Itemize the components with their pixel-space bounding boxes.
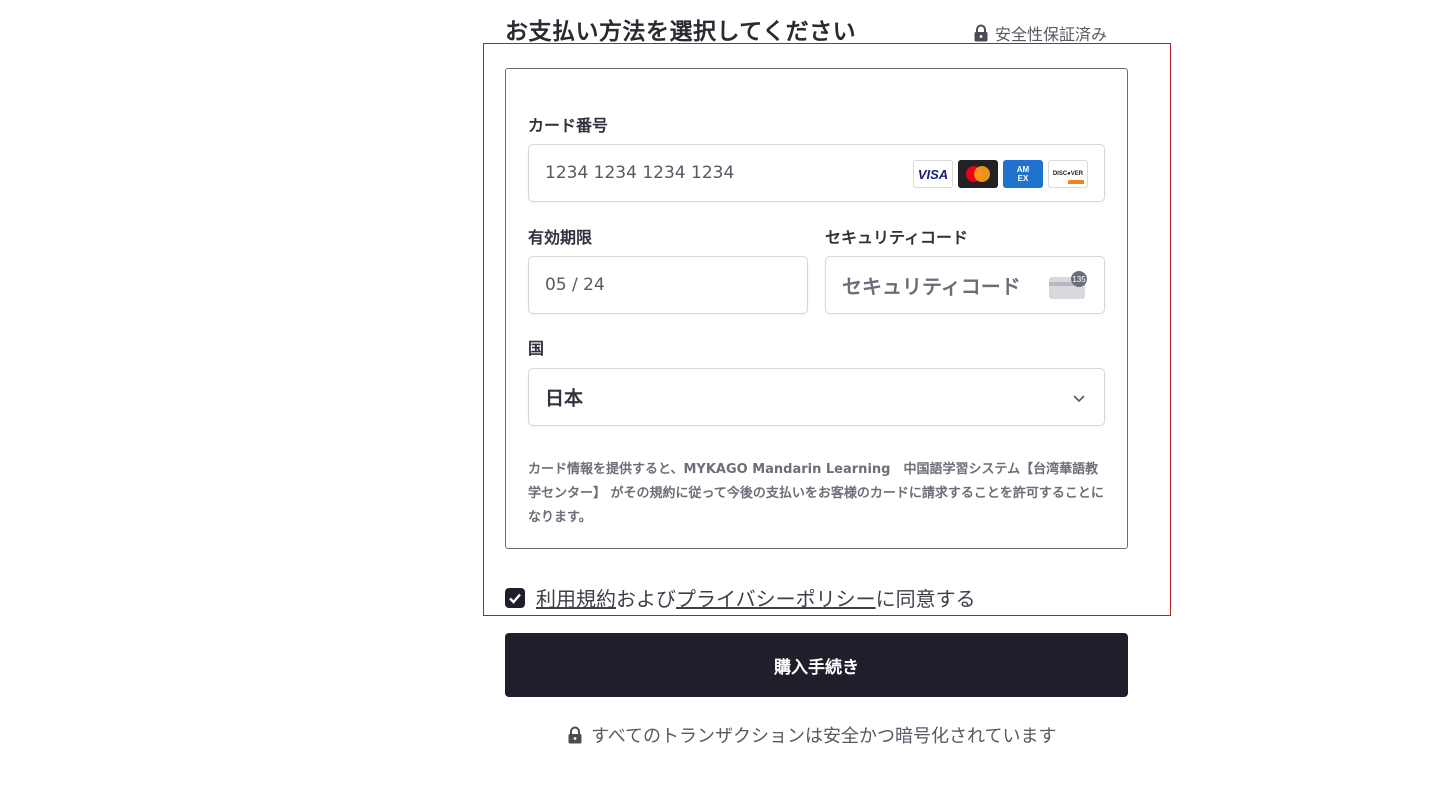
- country-select[interactable]: 日本: [528, 368, 1105, 426]
- discover-icon: DISC●VER: [1048, 160, 1088, 188]
- visa-icon: VISA: [913, 160, 953, 188]
- secure-label: 安全性保証済み: [995, 25, 1108, 44]
- card-consent-text: カード情報を提供すると、MYKAGO Mandarin Learning 中国語…: [528, 462, 1104, 525]
- card-number-input[interactable]: 1234 1234 1234 1234 VISA AM EX DISC●VER: [528, 144, 1105, 202]
- secure-footer-text: すべてのトランザクションは安全かつ暗号化されています: [591, 726, 1057, 747]
- card-brands: VISA AM EX DISC●VER: [913, 160, 1088, 188]
- secure-footer: すべてのトランザクションは安全かつ暗号化されています: [567, 722, 1056, 748]
- expiry-input[interactable]: 05 / 24: [528, 256, 808, 314]
- page-title: お支払い方法を選択してください: [505, 19, 857, 45]
- lock-icon: [567, 726, 583, 744]
- terms-link[interactable]: 利用規約: [536, 587, 616, 611]
- cvc-input[interactable]: セキュリティコード 135: [825, 256, 1105, 314]
- amex-icon: AM EX: [1003, 160, 1043, 188]
- country-label: 国: [528, 339, 545, 358]
- checkmark-icon: [509, 593, 521, 604]
- lock-icon: [973, 24, 989, 42]
- expiry-value: 05 / 24: [545, 275, 605, 295]
- card-number-label: カード番号: [528, 116, 609, 135]
- payment-page: お支払い方法を選択してください 安全性保証済み カード番号 1234 1234 …: [0, 0, 1440, 810]
- secure-badge: 安全性保証済み: [973, 21, 1107, 45]
- privacy-link[interactable]: プライバシーポリシー: [676, 587, 876, 611]
- agreement-text: 利用規約およびプライバシーポリシーに同意する: [536, 583, 976, 612]
- country-value: 日本: [545, 387, 584, 410]
- agree-checkbox[interactable]: [505, 587, 525, 608]
- mastercard-icon: [958, 160, 998, 188]
- cvc-icon-text: 135: [1072, 275, 1086, 284]
- agreement-row: 利用規約およびプライバシーポリシーに同意する: [505, 583, 976, 612]
- cvc-placeholder: セキュリティコード: [842, 274, 1021, 299]
- chevron-down-icon: [1073, 395, 1085, 403]
- card-number-placeholder: 1234 1234 1234 1234: [545, 163, 735, 183]
- and-text: および: [616, 587, 676, 611]
- cvc-label: セキュリティコード: [825, 228, 969, 247]
- expiry-label: 有効期限: [528, 228, 593, 247]
- cvc-card-icon: 135: [1049, 271, 1087, 299]
- agree-suffix: に同意する: [875, 587, 976, 611]
- purchase-button[interactable]: 購入手続き: [505, 633, 1128, 697]
